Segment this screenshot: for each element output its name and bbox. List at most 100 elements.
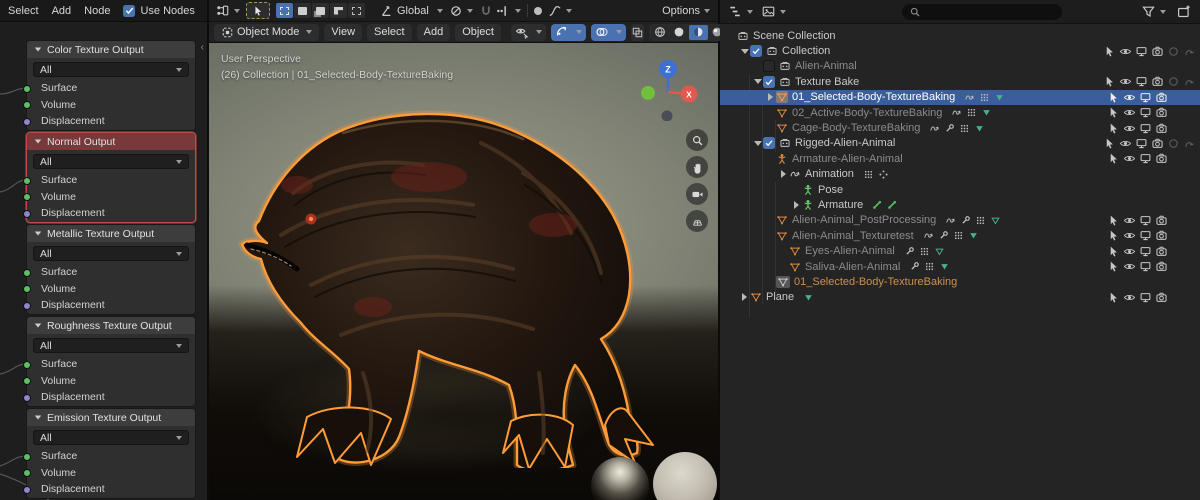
outliner-item-label[interactable]: Plane [766, 291, 794, 303]
expand-toggle-icon[interactable] [752, 140, 763, 146]
outliner-row[interactable]: Animation [720, 167, 1200, 182]
selectable-icon[interactable] [1107, 91, 1120, 104]
anim-icon[interactable] [878, 169, 889, 180]
disable-render-icon[interactable] [1155, 152, 1168, 165]
expand-toggle-icon[interactable] [739, 293, 750, 302]
gizmo-y-axis[interactable] [641, 86, 655, 100]
outliner-item-label[interactable]: 01_Selected-Body-TextureBaking [792, 91, 955, 103]
node-canvas[interactable]: ‹ Color Texture Output All Surface Volume Di… [0, 22, 207, 500]
selectable-icon[interactable] [1107, 245, 1120, 258]
constraint-icon[interactable] [964, 92, 975, 103]
shading-solid-button[interactable] [670, 25, 689, 40]
select-mode-extend[interactable] [294, 3, 311, 18]
tri-icon[interactable] [994, 92, 1005, 103]
outliner-editor-type-button[interactable] [728, 4, 753, 19]
outliner-item-label[interactable]: Saliva-Alien-Animal [805, 261, 900, 273]
disable-render-icon[interactable] [1151, 75, 1164, 88]
shader-node-header[interactable]: Metallic Texture Output [27, 225, 195, 242]
disable-viewport-icon[interactable] [1139, 152, 1152, 165]
outliner-row[interactable]: Alien-Animal_Texturetest [720, 228, 1200, 243]
transform-orientation[interactable]: Global [379, 4, 443, 18]
bone-icon[interactable] [887, 199, 898, 210]
mesh-icon[interactable] [750, 291, 762, 303]
mesh-icon[interactable] [776, 107, 788, 119]
hide-viewport-icon[interactable] [1123, 229, 1136, 242]
outliner-row[interactable]: Eyes-Alien-Animal [720, 243, 1200, 258]
selectable-icon[interactable] [1107, 152, 1120, 165]
shader-node-header[interactable]: Emission Texture Output [27, 409, 195, 426]
outliner-item-label[interactable]: Armature-Alien-Animal [792, 153, 903, 165]
bone-icon[interactable] [872, 199, 883, 210]
disable-render-icon[interactable] [1155, 91, 1168, 104]
shader-node[interactable]: Normal Output All Surface Volume Displacemen… [22, 132, 196, 223]
tri-icon[interactable] [974, 123, 985, 134]
disable-viewport-icon[interactable] [1139, 91, 1152, 104]
menu-select-vp[interactable]: Select [367, 23, 412, 41]
proportional-edit-toggle[interactable] [533, 6, 542, 15]
socket-dot[interactable] [22, 209, 31, 218]
disable-render-icon[interactable] [1155, 229, 1168, 242]
node-target-dropdown[interactable]: All [33, 246, 189, 261]
node-target-dropdown[interactable]: All [33, 62, 189, 77]
socket-dot[interactable] [22, 452, 31, 461]
display-mode-button[interactable] [761, 4, 786, 19]
socket-dot[interactable] [22, 285, 31, 293]
holdout-icon[interactable] [1167, 137, 1180, 150]
filter-button[interactable] [1141, 4, 1166, 19]
collection-icon[interactable] [779, 60, 791, 72]
outliner-item-label[interactable]: 02_Active-Body-TextureBaking [792, 107, 942, 119]
constraint-icon[interactable] [923, 230, 934, 241]
collection-checkbox[interactable] [763, 75, 775, 88]
socket-dot[interactable] [22, 193, 31, 201]
tri-outline-icon[interactable] [934, 246, 945, 257]
hide-viewport-icon[interactable] [1123, 260, 1136, 273]
outliner-item-label[interactable]: Alien-Animal [795, 60, 857, 72]
outliner-row[interactable]: Pose [720, 182, 1200, 197]
menu-select[interactable]: Select [8, 5, 39, 17]
holdout-icon[interactable] [1167, 75, 1180, 88]
node-target-dropdown[interactable]: All [33, 154, 189, 169]
shader-node-header[interactable]: Roughness Texture Output [27, 317, 195, 334]
menu-view[interactable]: View [324, 23, 363, 41]
outliner-item-label[interactable]: Alien-Animal_Texturetest [792, 230, 914, 242]
selectable-icon[interactable] [1103, 137, 1116, 150]
hide-viewport-icon[interactable] [1123, 291, 1136, 304]
selectable-icon[interactable] [1107, 229, 1120, 242]
mesh-active-icon[interactable] [776, 91, 788, 104]
move-view-button[interactable] [686, 156, 708, 178]
mode-selector[interactable]: Object Mode [214, 23, 320, 41]
mesh-link-icon[interactable] [776, 275, 790, 288]
shader-node[interactable]: Roughness Texture Output All Surface Volume… [22, 316, 196, 407]
tri-icon[interactable] [939, 261, 950, 272]
disable-viewport-icon[interactable] [1139, 229, 1152, 242]
tri-icon[interactable] [968, 230, 979, 241]
socket-dot[interactable] [22, 469, 31, 477]
disable-render-icon[interactable] [1151, 45, 1164, 58]
wrench-icon[interactable] [904, 246, 915, 257]
socket-dot[interactable] [22, 301, 31, 310]
snap-toggle[interactable] [449, 4, 473, 18]
constraint-icon[interactable] [945, 215, 956, 226]
outliner-row[interactable]: 01_Selected-Body-TextureBaking [720, 274, 1200, 289]
grid-icon[interactable] [919, 246, 930, 257]
grid-icon[interactable] [966, 107, 977, 118]
outliner-item-label[interactable]: Scene Collection [753, 30, 836, 42]
outliner-row[interactable]: Cage-Body-TextureBaking [720, 120, 1200, 135]
outliner-item-label[interactable]: Alien-Animal_PostProcessing [792, 214, 936, 226]
disable-viewport-icon[interactable] [1139, 122, 1152, 135]
mesh-icon[interactable] [789, 261, 801, 273]
outliner-item-label[interactable]: Eyes-Alien-Animal [805, 245, 895, 257]
snap-settings[interactable] [479, 4, 521, 18]
grid-icon[interactable] [979, 92, 990, 103]
outliner-row[interactable]: 01_Selected-Body-TextureBaking [720, 89, 1200, 105]
proportional-falloff[interactable] [548, 4, 572, 18]
disable-render-icon[interactable] [1155, 214, 1168, 227]
expand-toggle-icon[interactable] [791, 200, 802, 209]
shader-node[interactable]: Metallic Texture Output All Surface Volume D… [22, 224, 196, 315]
hide-viewport-icon[interactable] [1119, 75, 1132, 88]
selectable-icon[interactable] [1107, 291, 1120, 304]
socket-dot[interactable] [22, 377, 31, 385]
disable-viewport-icon[interactable] [1135, 137, 1148, 150]
collection-checkbox[interactable] [763, 60, 775, 73]
outliner-item-label[interactable]: Rigged-Alien-Animal [795, 137, 895, 149]
